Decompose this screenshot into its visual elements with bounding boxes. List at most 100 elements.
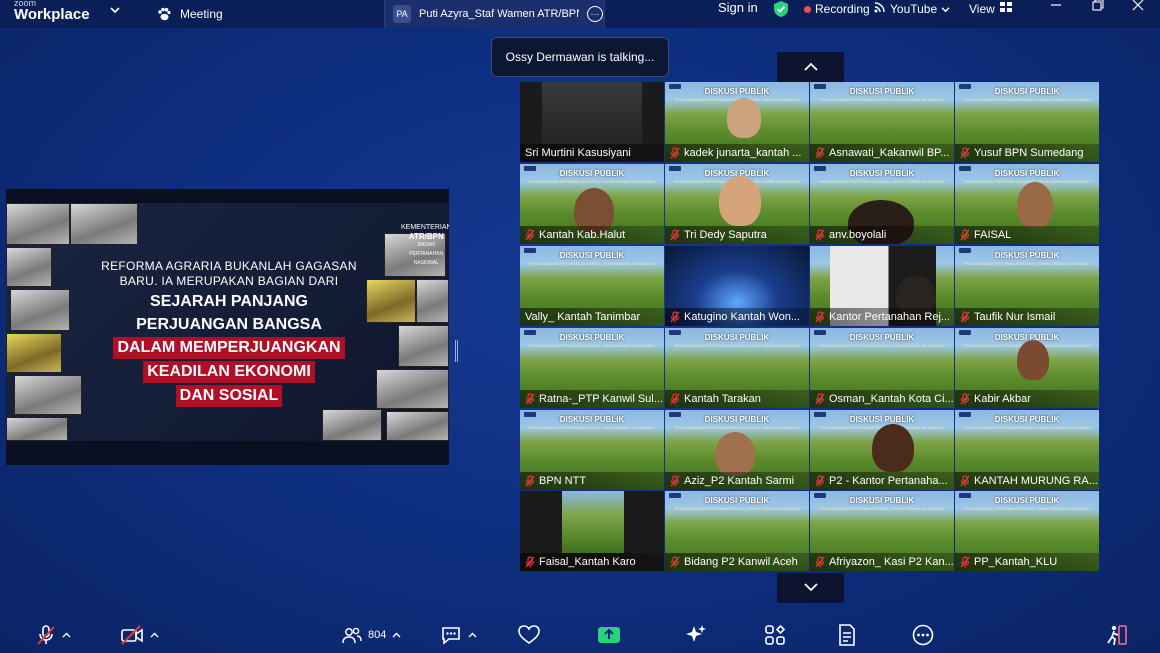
participant-tile[interactable]: Kantor Pertanahan Rej... — [810, 246, 954, 326]
participant-tile[interactable]: DISKUSI PUBLIKPELAKSANAAN REFORMA AGRARI… — [810, 491, 954, 571]
meeting-button[interactable]: Meeting — [156, 3, 223, 25]
banner-subtitle: PELAKSANAAN REFORMA AGRARIA | LAHAN SAWA… — [674, 425, 800, 430]
banner-subtitle: PELAKSANAAN REFORMA AGRARIA | LAHAN SAWA… — [529, 343, 655, 348]
collage-photo — [6, 333, 62, 373]
participant-tile[interactable]: DISKUSI PUBLIKPELAKSANAAN REFORMA AGRARI… — [955, 246, 1099, 326]
chevron-up-icon[interactable] — [392, 632, 401, 638]
participant-tile[interactable]: DISKUSI PUBLIKPELAKSANAAN REFORMA AGRARI… — [810, 164, 954, 244]
recording-indicator[interactable]: Recording — [804, 2, 870, 16]
participant-name-label: Asnawati_Kakanwil BP... — [810, 144, 954, 162]
more-icon[interactable]: ··· — [587, 6, 603, 22]
microphone-muted-icon — [815, 475, 825, 487]
participant-name-label: kadek junarta_kantah ... — [665, 144, 809, 162]
gallery-next-button[interactable] — [777, 573, 844, 603]
video-feed — [542, 82, 642, 144]
top-bar: zoom Workplace Meeting PA Puti Azyra_Sta… — [0, 0, 1160, 28]
participants-icon — [342, 626, 362, 644]
collage-photo — [10, 289, 70, 331]
chevron-up-icon[interactable] — [468, 632, 477, 638]
gallery-previous-button[interactable] — [777, 52, 844, 82]
banner-title: DISKUSI PUBLIK — [559, 415, 625, 424]
chevron-down-icon[interactable] — [110, 5, 120, 17]
participant-tile[interactable]: DISKUSI PUBLIKPELAKSANAAN REFORMA AGRARI… — [955, 82, 1099, 162]
shared-screen[interactable]: KEMENTERIAN ATR/BPN BADAN PERTANAHAN NAS… — [6, 189, 449, 465]
participant-tile[interactable]: DISKUSI PUBLIKPELAKSANAAN REFORMA AGRARI… — [955, 164, 1099, 244]
banner-title: DISKUSI PUBLIK — [559, 251, 625, 260]
chevron-up-icon[interactable] — [150, 632, 159, 638]
banner-subtitle: PELAKSANAAN REFORMA AGRARIA | LAHAN SAWA… — [819, 343, 945, 348]
participant-tile[interactable]: DISKUSI PUBLIKPELAKSANAAN REFORMA AGRARI… — [955, 328, 1099, 408]
recording-label: Recording — [815, 2, 870, 16]
microphone-muted-icon — [960, 147, 970, 159]
participant-tile[interactable]: DISKUSI PUBLIKPELAKSANAAN REFORMA AGRARI… — [955, 491, 1099, 571]
participant-tile[interactable]: Faisal_Kantah Karo — [520, 491, 664, 571]
chat-button[interactable] — [440, 623, 477, 647]
unmute-button[interactable] — [36, 623, 71, 647]
participant-tile[interactable]: DISKUSI PUBLIKPELAKSANAAN REFORMA AGRARI… — [665, 82, 809, 162]
participant-tile[interactable]: DISKUSI PUBLIKPELAKSANAAN REFORMA AGRARI… — [955, 410, 1099, 490]
microphone-muted-icon — [815, 393, 825, 405]
participant-tile[interactable]: DISKUSI PUBLIKPELAKSANAAN REFORMA AGRARI… — [665, 410, 809, 490]
screen-share-tab[interactable]: PA Puti Azyra_Staf Wamen ATR/BPN's ··· — [384, 0, 605, 28]
participant-name: kadek junarta_kantah ... — [684, 147, 802, 159]
participant-name-label: Faisal_Kantah Karo — [520, 553, 664, 571]
participant-tile[interactable]: DISKUSI PUBLIKPELAKSANAAN REFORMA AGRARI… — [810, 328, 954, 408]
banner-title: DISKUSI PUBLIK — [849, 87, 915, 96]
banner-title: DISKUSI PUBLIK — [849, 496, 915, 505]
view-button[interactable]: View — [969, 1, 1013, 16]
participant-tile[interactable]: DISKUSI PUBLIKPELAKSANAAN REFORMA AGRARI… — [665, 328, 809, 408]
start-video-button[interactable] — [120, 623, 159, 647]
react-button[interactable] — [518, 623, 540, 647]
slide-highlight: KEADILAN EKONOMI — [143, 361, 315, 383]
notes-button[interactable] — [837, 623, 857, 647]
banner-subtitle: PELAKSANAAN REFORMA AGRARIA | LAHAN SAWA… — [674, 506, 800, 511]
resize-handle[interactable] — [455, 340, 458, 362]
collage-photo — [14, 375, 82, 415]
participant-tile[interactable]: DISKUSI PUBLIKPELAKSANAAN REFORMA AGRARI… — [520, 164, 664, 244]
apps-icon — [764, 624, 786, 646]
microphone-muted-icon — [960, 556, 970, 568]
sign-in-link[interactable]: Sign in — [718, 0, 758, 28]
leave-button[interactable] — [1104, 623, 1128, 647]
participant-name-label: BPN NTT — [520, 472, 664, 490]
chevron-up-icon[interactable] — [62, 632, 71, 638]
participant-name-label: Kantah Tarakan — [665, 390, 809, 408]
participant-name: Yusuf BPN Sumedang — [974, 147, 1084, 159]
participant-tile[interactable]: DISKUSI PUBLIKPELAKSANAAN REFORMA AGRARI… — [810, 410, 954, 490]
youtube-stream-button[interactable]: YouTube — [874, 1, 950, 16]
participant-name: Katugino Kantah Won... — [684, 311, 800, 323]
participant-name: PP_Kantah_KLU — [974, 556, 1058, 568]
collage-photo — [6, 203, 70, 245]
participant-tile[interactable]: DISKUSI PUBLIKPELAKSANAAN REFORMA AGRARI… — [520, 328, 664, 408]
microphone-muted-icon — [960, 475, 970, 487]
participant-name: Bidang P2 Kanwil Aceh — [684, 556, 798, 568]
app-brand[interactable]: zoom Workplace — [12, 0, 112, 28]
virtual-background-banner: DISKUSI PUBLIKPELAKSANAAN REFORMA AGRARI… — [520, 328, 664, 348]
participant-name-label: Afriyazon_ Kasi P2 Kan... — [810, 553, 954, 571]
participant-video — [715, 432, 755, 476]
participant-tile[interactable]: DISKUSI PUBLIKPELAKSANAAN REFORMA AGRARI… — [665, 164, 809, 244]
share-screen-button[interactable] — [597, 623, 621, 647]
apps-button[interactable] — [764, 623, 786, 647]
participant-tile[interactable]: DISKUSI PUBLIKPELAKSANAAN REFORMA AGRARI… — [665, 491, 809, 571]
shield-check-icon[interactable] — [772, 0, 790, 18]
participant-tile[interactable]: Sri Murtini Kasusiyani — [520, 82, 664, 162]
participant-video — [719, 176, 761, 226]
minimize-icon[interactable] — [1050, 0, 1062, 14]
ai-companion-button[interactable] — [685, 623, 707, 647]
close-icon[interactable] — [1132, 0, 1144, 14]
slide-line: REFORMA AGRARIA BUKANLAH GAGASAN — [101, 259, 357, 273]
more-button[interactable] — [912, 623, 934, 647]
participant-tile[interactable]: Katugino Kantah Won... — [665, 246, 809, 326]
restore-icon[interactable] — [1092, 0, 1104, 14]
microphone-muted-icon — [960, 311, 970, 323]
grid-view-icon — [999, 1, 1013, 16]
virtual-background-banner: DISKUSI PUBLIKPELAKSANAAN REFORMA AGRARI… — [810, 328, 954, 348]
banner-title: DISKUSI PUBLIK — [704, 87, 770, 96]
participant-tile[interactable]: DISKUSI PUBLIKPELAKSANAAN REFORMA AGRARI… — [810, 82, 954, 162]
microphone-muted-icon — [815, 229, 825, 241]
participant-tile[interactable]: DISKUSI PUBLIKPELAKSANAAN REFORMA AGRARI… — [520, 246, 664, 326]
slide-content: KEMENTERIAN ATR/BPN BADAN PERTANAHAN NAS… — [6, 203, 449, 441]
participant-tile[interactable]: DISKUSI PUBLIKPELAKSANAAN REFORMA AGRARI… — [520, 410, 664, 490]
participants-button[interactable]: 804 — [342, 623, 401, 647]
